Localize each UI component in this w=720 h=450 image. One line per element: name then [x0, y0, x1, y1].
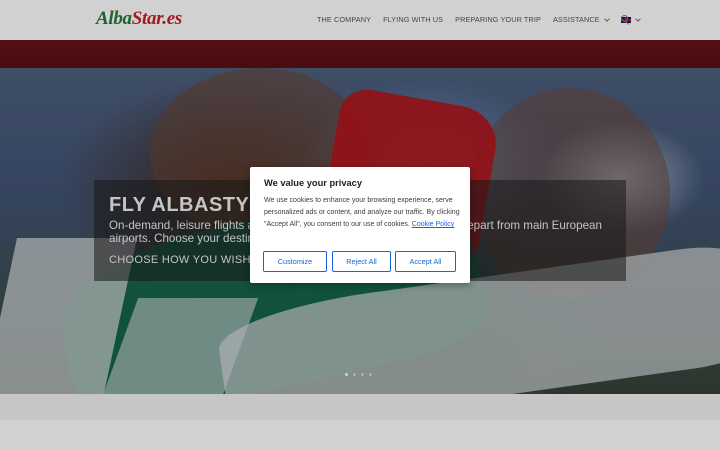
cookie-consent-dialog: We value your privacy We use cookies to … — [250, 167, 470, 283]
accept-all-button[interactable]: Accept All — [395, 251, 456, 272]
cookie-policy-link[interactable]: Cookie Policy — [412, 221, 454, 228]
customize-button[interactable]: Customize — [263, 251, 327, 272]
cookie-text: We use cookies to enhance your browsing … — [264, 195, 460, 231]
reject-all-button[interactable]: Reject All — [332, 251, 391, 272]
cookie-title: We value your privacy — [264, 178, 363, 188]
